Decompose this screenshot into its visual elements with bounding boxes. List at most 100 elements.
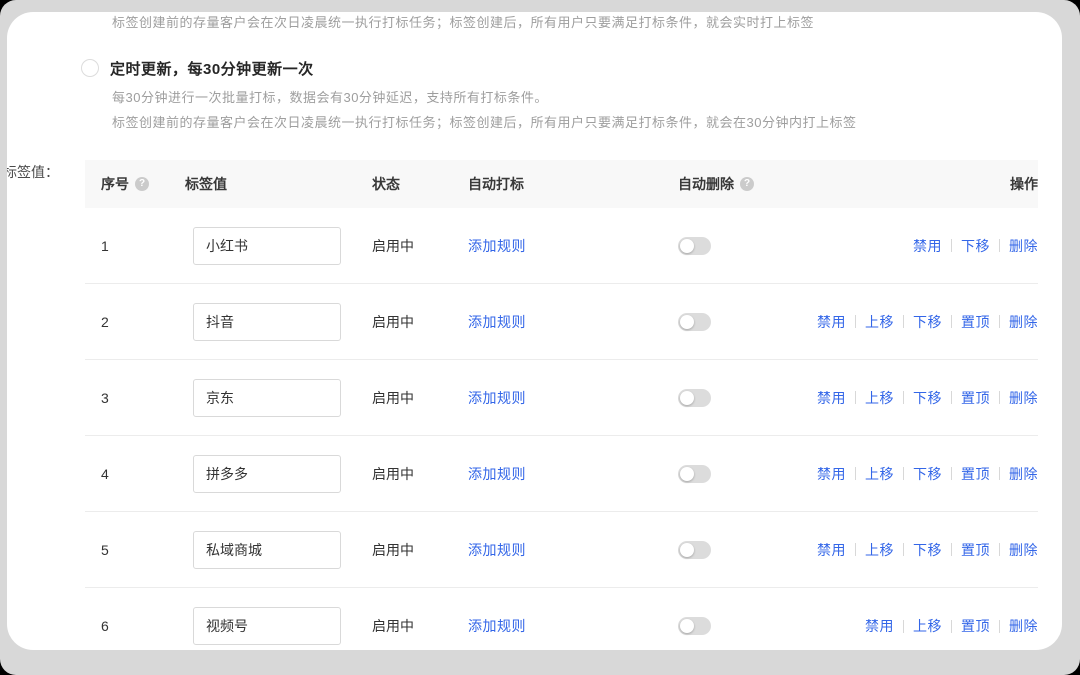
move-down-link[interactable]: 下移: [913, 312, 942, 332]
row-last-group: 禁用上移下移置顶删除: [678, 312, 1038, 332]
row-auto-tag-cell: 添加规则: [468, 540, 678, 560]
action-separator: [903, 315, 904, 328]
pin-top-link[interactable]: 置顶: [961, 540, 990, 560]
scheduled-update-option[interactable]: 定时更新，每30分钟更新一次: [81, 57, 1062, 79]
row-tag-value-cell: [185, 455, 372, 493]
action-separator: [903, 620, 904, 633]
help-icon[interactable]: ?: [135, 177, 149, 191]
delete-link[interactable]: 删除: [1009, 540, 1038, 560]
action-separator: [951, 467, 952, 480]
delete-link[interactable]: 删除: [1009, 464, 1038, 484]
auto-delete-toggle[interactable]: [678, 389, 711, 407]
row-auto-tag-cell: 添加规则: [468, 616, 678, 636]
auto-delete-toggle[interactable]: [678, 541, 711, 559]
row-index: 6: [101, 618, 185, 634]
row-status: 启用中: [372, 236, 468, 256]
disable-link[interactable]: 禁用: [817, 388, 846, 408]
row-actions: 禁用上移下移置顶删除: [817, 540, 1038, 560]
disable-link[interactable]: 禁用: [913, 236, 942, 256]
tag-value-input[interactable]: [193, 607, 341, 645]
action-separator: [855, 315, 856, 328]
scheduled-update-desc-line-2: 标签创建前的存量客户会在次日凌晨统一执行打标任务；标签创建后，所有用户只要满足打…: [112, 110, 1062, 135]
action-separator: [951, 315, 952, 328]
row-last-group: 禁用上移下移置顶删除: [678, 388, 1038, 408]
row-status: 启用中: [372, 464, 468, 484]
move-up-link[interactable]: 上移: [865, 464, 894, 484]
table-body: 1 启用中 添加规则 禁用下移删除 2 启用中 添加规则 禁用上移下移置顶删除: [85, 208, 1038, 650]
tag-value-input[interactable]: [193, 379, 341, 417]
auto-delete-toggle[interactable]: [678, 313, 711, 331]
action-separator: [951, 391, 952, 404]
header-status: 状态: [372, 174, 468, 194]
header-auto-tag: 自动打标: [468, 174, 678, 194]
action-separator: [903, 543, 904, 556]
table-row: 2 启用中 添加规则 禁用上移下移置顶删除: [85, 284, 1038, 360]
move-up-link[interactable]: 上移: [913, 616, 942, 636]
row-status: 启用中: [372, 540, 468, 560]
pin-top-link[interactable]: 置顶: [961, 312, 990, 332]
delete-link[interactable]: 删除: [1009, 388, 1038, 408]
row-last-group: 禁用上移下移置顶删除: [678, 540, 1038, 560]
action-separator: [855, 391, 856, 404]
delete-link[interactable]: 删除: [1009, 236, 1038, 256]
row-index: 3: [101, 390, 185, 406]
move-down-link[interactable]: 下移: [913, 464, 942, 484]
add-rule-link[interactable]: 添加规则: [468, 542, 526, 558]
header-index-label: 序号: [101, 174, 129, 194]
row-auto-tag-cell: 添加规则: [468, 464, 678, 484]
disable-link[interactable]: 禁用: [817, 312, 846, 332]
add-rule-link[interactable]: 添加规则: [468, 466, 526, 482]
move-down-link[interactable]: 下移: [913, 388, 942, 408]
tag-value-input[interactable]: [193, 455, 341, 493]
tag-value-input[interactable]: [193, 531, 341, 569]
action-separator: [999, 620, 1000, 633]
row-auto-tag-cell: 添加规则: [468, 388, 678, 408]
move-up-link[interactable]: 上移: [865, 312, 894, 332]
add-rule-link[interactable]: 添加规则: [468, 390, 526, 406]
move-down-link[interactable]: 下移: [913, 540, 942, 560]
row-actions: 禁用下移删除: [913, 236, 1038, 256]
action-separator: [951, 239, 952, 252]
header-actions-label: 操作: [1010, 174, 1038, 194]
move-up-link[interactable]: 上移: [865, 540, 894, 560]
row-last-group: 禁用上移下移置顶删除: [678, 464, 1038, 484]
row-actions: 禁用上移下移置顶删除: [817, 388, 1038, 408]
action-separator: [999, 543, 1000, 556]
auto-delete-toggle[interactable]: [678, 617, 711, 635]
pin-top-link[interactable]: 置顶: [961, 388, 990, 408]
header-auto-delete: 自动删除 ?: [678, 174, 754, 194]
row-tag-value-cell: [185, 227, 372, 265]
disable-link[interactable]: 禁用: [865, 616, 894, 636]
action-separator: [999, 315, 1000, 328]
add-rule-link[interactable]: 添加规则: [468, 618, 526, 634]
row-actions: 禁用上移置顶删除: [865, 616, 1038, 636]
toggle-knob-icon: [680, 315, 694, 329]
add-rule-link[interactable]: 添加规则: [468, 238, 526, 254]
toggle-knob-icon: [680, 239, 694, 253]
tag-value-input[interactable]: [193, 227, 341, 265]
disable-link[interactable]: 禁用: [817, 540, 846, 560]
row-last-group: 禁用下移删除: [678, 236, 1038, 256]
scheduled-update-description: 每30分钟进行一次批量打标，数据会有30分钟延迟，支持所有打标条件。 标签创建前…: [112, 85, 1062, 135]
add-rule-link[interactable]: 添加规则: [468, 314, 526, 330]
pin-top-link[interactable]: 置顶: [961, 616, 990, 636]
row-tag-value-cell: [185, 607, 372, 645]
action-separator: [951, 543, 952, 556]
disable-link[interactable]: 禁用: [817, 464, 846, 484]
delete-link[interactable]: 删除: [1009, 312, 1038, 332]
help-icon[interactable]: ?: [740, 177, 754, 191]
row-tag-value-cell: [185, 531, 372, 569]
action-separator: [903, 467, 904, 480]
tag-value-input[interactable]: [193, 303, 341, 341]
move-up-link[interactable]: 上移: [865, 388, 894, 408]
pin-top-link[interactable]: 置顶: [961, 464, 990, 484]
row-index: 5: [101, 542, 185, 558]
row-auto-tag-cell: 添加规则: [468, 236, 678, 256]
radio-button-icon[interactable]: [81, 59, 99, 77]
row-tag-value-cell: [185, 303, 372, 341]
row-index: 4: [101, 466, 185, 482]
auto-delete-toggle[interactable]: [678, 237, 711, 255]
auto-delete-toggle[interactable]: [678, 465, 711, 483]
delete-link[interactable]: 删除: [1009, 616, 1038, 636]
move-down-link[interactable]: 下移: [961, 236, 990, 256]
